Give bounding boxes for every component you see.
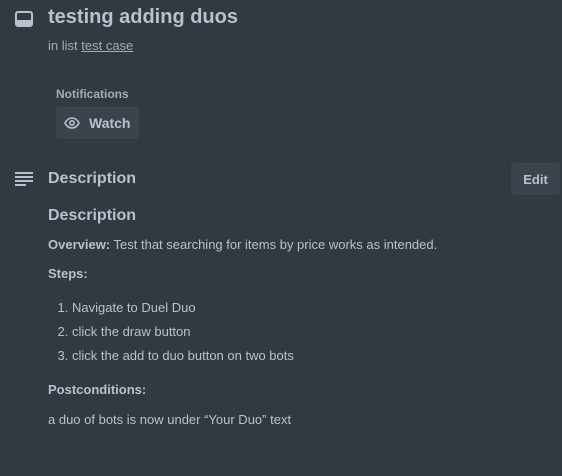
- notifications-label: Notifications: [56, 87, 129, 101]
- steps-list: Navigate to Duel Duo click the draw butt…: [48, 296, 548, 368]
- card-title: testing adding duos: [48, 6, 238, 28]
- overview-paragraph: Overview: Test that searching for items …: [48, 237, 548, 252]
- watch-label: Watch: [89, 115, 131, 131]
- list-item: click the add to duo button on two bots: [72, 344, 548, 368]
- in-list-prefix: in list: [48, 38, 78, 53]
- overview-text: Test that searching for items by price w…: [110, 237, 438, 252]
- description-lines-icon: [15, 172, 33, 186]
- postconditions-text: a duo of bots is now under “Your Duo” te…: [48, 412, 292, 427]
- list-link[interactable]: test case: [81, 38, 133, 53]
- description-title: Description: [48, 207, 137, 224]
- overview-label: Overview:: [48, 237, 111, 252]
- eye-icon: [64, 117, 80, 129]
- in-list-text: in list test case: [48, 38, 133, 53]
- watch-button[interactable]: Watch: [56, 107, 139, 139]
- description-heading: Description: [48, 170, 137, 187]
- card-icon: [14, 10, 34, 27]
- edit-button[interactable]: Edit: [511, 163, 560, 195]
- steps-label: Steps:: [48, 266, 88, 281]
- description-body[interactable]: Description Overview: Test that searchin…: [48, 207, 548, 427]
- list-item: Navigate to Duel Duo: [72, 296, 548, 320]
- list-item: click the draw button: [72, 320, 548, 344]
- postconditions-label: Postconditions:: [48, 382, 147, 397]
